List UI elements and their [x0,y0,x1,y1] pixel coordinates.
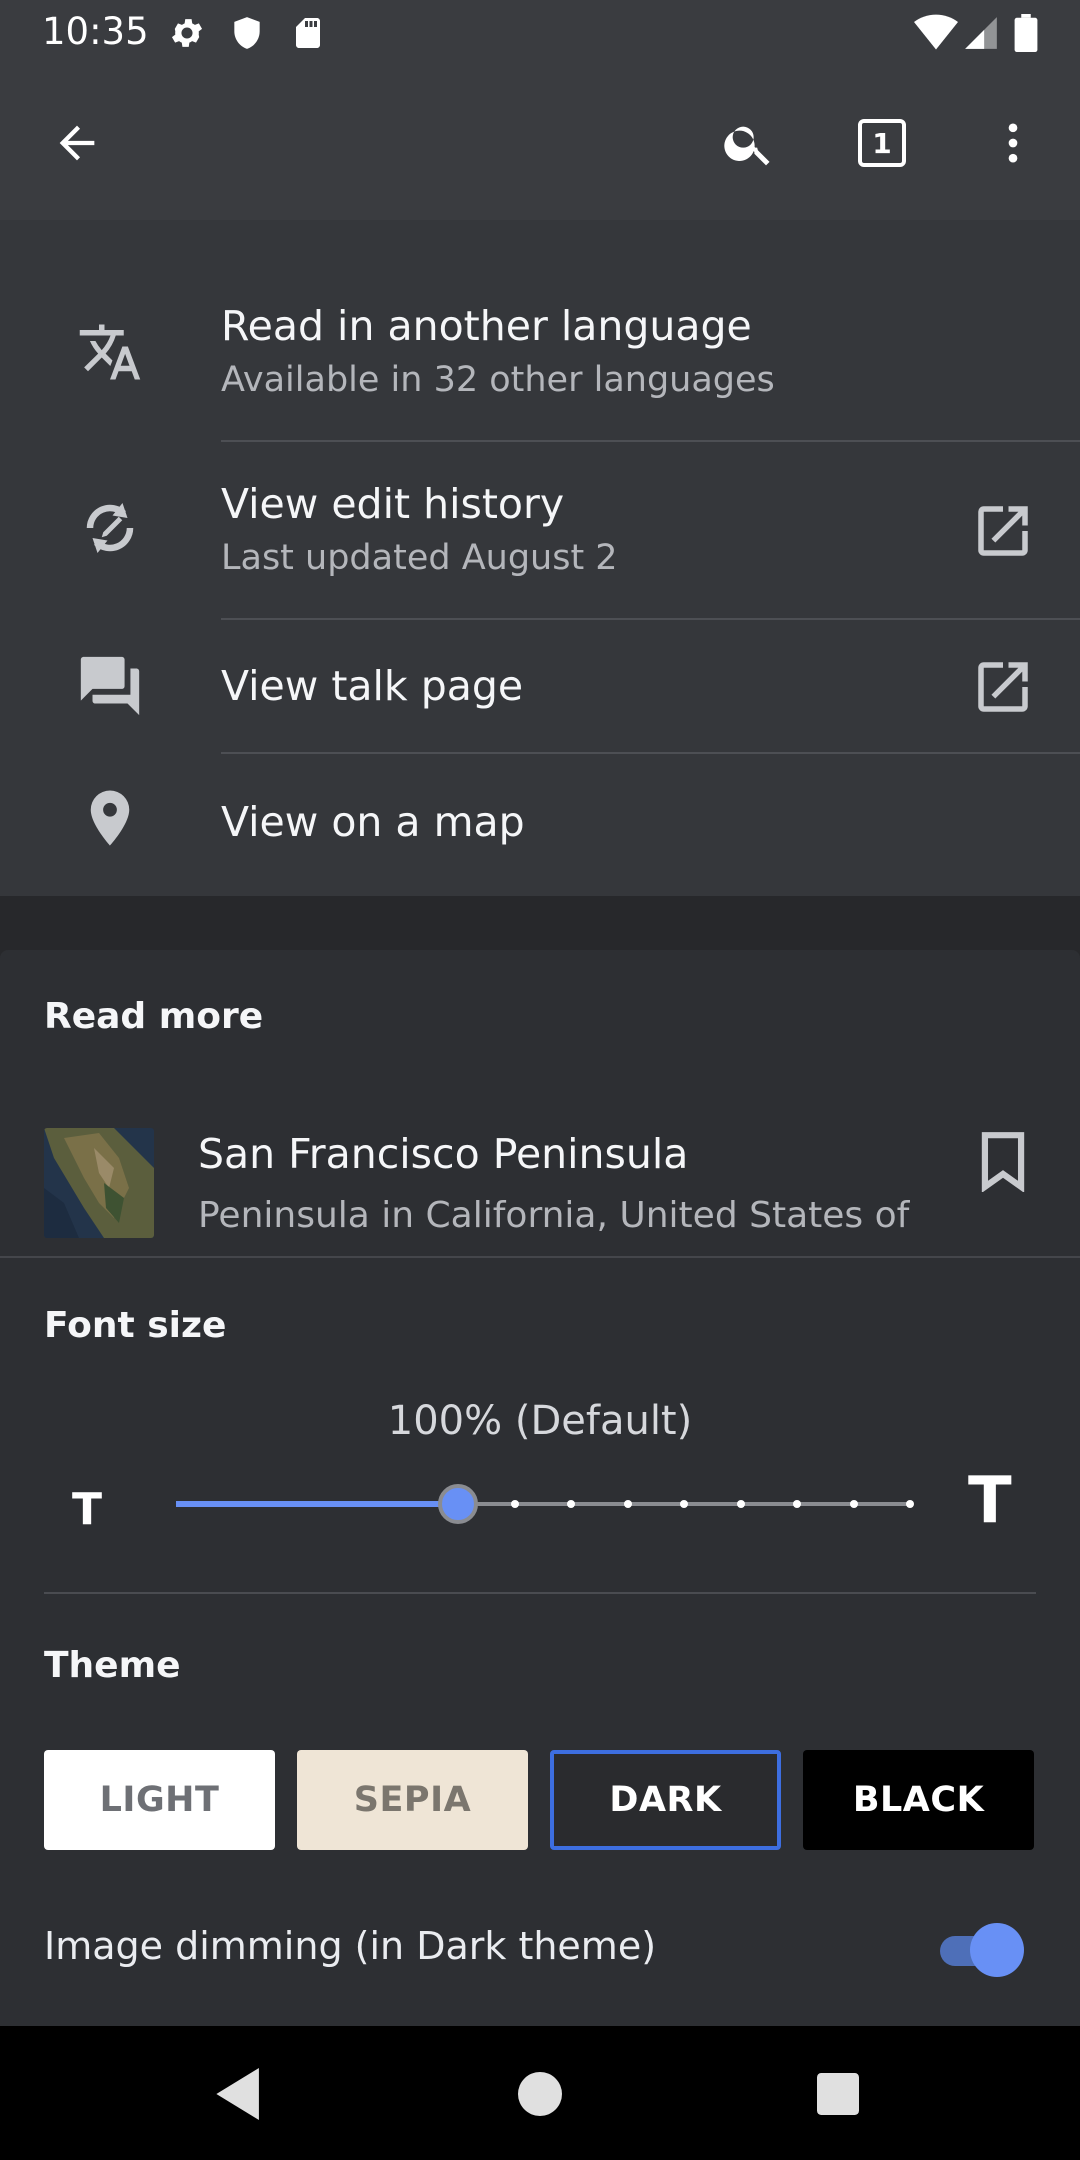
slider-track-fill [176,1501,459,1507]
more-vert-icon [1008,123,1018,163]
slider-thumb[interactable] [438,1484,479,1524]
nav-home-button[interactable] [500,2054,580,2134]
read-more-article-description: Peninsula in California, United States o… [198,1195,910,1236]
status-time: 10:35 [42,10,149,53]
menu-item-title: Read in another language [221,302,752,350]
back-button[interactable] [40,106,114,180]
menu-item-view-on-map[interactable]: View on a map [0,754,1080,896]
menu-item-view-talk-page[interactable]: View talk page [0,620,1080,752]
slider-tick [736,1500,745,1508]
theme-light-button[interactable]: LIGHT [44,1750,275,1850]
theme-heading: Theme [44,1645,181,1686]
font-size-value: 100% (Default) [387,1398,693,1444]
bookmark-icon [981,1132,1025,1193]
font-size-heading: Font size [44,1305,227,1346]
map-pin-icon [70,778,150,858]
read-more-heading: Read more [44,996,264,1037]
talk-icon [70,646,150,726]
slider-tick [567,1500,576,1508]
slider-tick [793,1500,802,1508]
status-bar: 10:35 [0,0,1080,66]
theme-sepia-button[interactable]: SEPIA [297,1750,528,1850]
read-more-divider [0,1256,1080,1258]
overflow-menu-button[interactable] [976,106,1050,180]
wifi-icon [914,14,958,56]
section-divider [44,1592,1036,1594]
slider-tick [680,1500,689,1508]
menu-item-subtitle: Available in 32 other languages [221,360,775,400]
open-external-icon [970,654,1036,720]
slider-tick [510,1500,519,1508]
sd-card-icon [290,14,326,56]
menu-item-title: View on a map [221,798,525,846]
theme-black-button[interactable]: BLACK [803,1750,1034,1850]
tabs-count-badge: 1 [858,119,906,167]
app-toolbar: 1 [0,66,1080,220]
search-icon [724,126,770,166]
article-thumbnail[interactable] [44,1128,154,1238]
cell-signal-icon [962,14,1000,56]
gear-icon [168,14,206,56]
system-nav-bar [0,2026,1080,2160]
menu-item-read-another-language[interactable]: Read in another language Available in 32… [0,220,1080,440]
open-external-icon [970,498,1036,564]
menu-item-subtitle: Last updated August 2 [221,538,618,578]
image-dimming-toggle[interactable] [938,1922,1028,1978]
nav-recents-button[interactable] [798,2054,878,2134]
increase-font-button[interactable]: T [968,1464,1012,1538]
nav-back-icon [216,2068,259,2120]
shield-icon [228,14,266,56]
arrow-back-icon [59,125,95,161]
battery-icon [1014,14,1038,56]
read-more-article-title[interactable]: San Francisco Peninsula [198,1130,688,1178]
slider-tick [906,1500,914,1508]
menu-item-title: View edit history [221,480,565,528]
decrease-font-button[interactable]: T [72,1484,102,1535]
slider-tick [623,1500,632,1508]
tabs-button[interactable]: 1 [845,106,919,180]
nav-home-icon [518,2072,562,2116]
translate-icon [70,312,150,392]
article-actions-menu: Read in another language Available in 32… [0,220,1080,896]
bookmark-button[interactable] [975,1130,1031,1196]
slider-tick [849,1500,858,1508]
edit-history-icon [70,488,150,568]
font-size-slider[interactable] [176,1474,914,1534]
search-button[interactable] [712,106,786,180]
image-dimming-label: Image dimming (in Dark theme) [44,1924,657,1968]
theme-dark-button[interactable]: DARK [550,1750,781,1850]
menu-item-view-edit-history[interactable]: View edit history Last updated August 2 [0,442,1080,618]
menu-item-title: View talk page [221,662,524,710]
toggle-knob [970,1923,1024,1977]
nav-back-button[interactable] [200,2054,280,2134]
nav-recents-icon [817,2073,859,2115]
